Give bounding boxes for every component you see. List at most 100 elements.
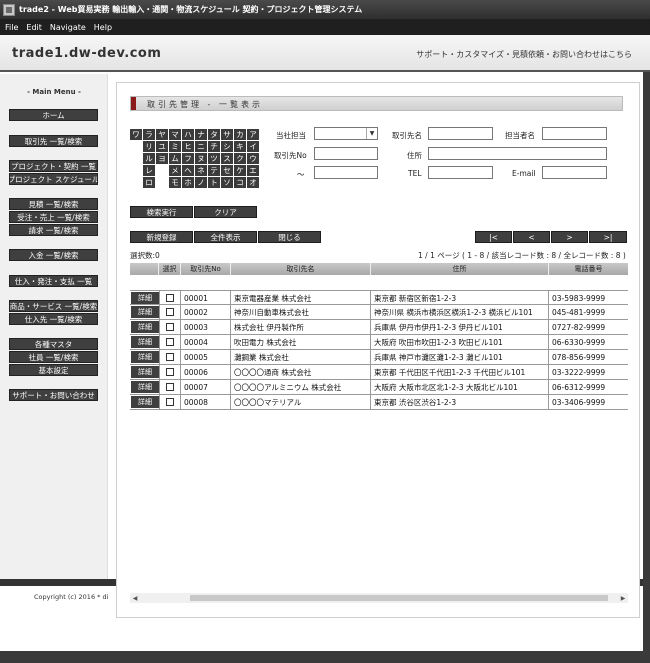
kana-button[interactable]: サ (221, 129, 233, 140)
sidebar-item-clients[interactable]: 取引先 一覧/検索 (9, 135, 98, 147)
scroll-right-icon[interactable]: ▶ (618, 593, 628, 603)
kana-button[interactable]: カ (234, 129, 246, 140)
kana-button[interactable]: エ (247, 165, 259, 176)
kana-button[interactable]: ヘ (182, 165, 194, 176)
kana-button[interactable]: テ (208, 165, 220, 176)
kana-button[interactable]: ミ (169, 141, 181, 152)
close-button[interactable]: 閉じる (258, 231, 321, 243)
kana-button[interactable]: ニ (195, 141, 207, 152)
menu-file[interactable]: File (5, 23, 18, 32)
sidebar-item-support[interactable]: サポート・お問い合わせ (9, 389, 98, 401)
kana-button[interactable]: ネ (195, 165, 207, 176)
kana-button[interactable]: ノ (195, 177, 207, 188)
kana-button[interactable]: ツ (208, 153, 220, 164)
address-cell: 大阪府 吹田市吹田1-2-3 吹田ビル101 (371, 335, 549, 349)
detail-button[interactable]: 詳細 (131, 381, 159, 393)
show-all-button[interactable]: 全件表示 (194, 231, 257, 243)
detail-button[interactable]: 詳細 (131, 306, 159, 318)
sidebar-item-schedule[interactable]: プロジェクト スケジュール (9, 173, 98, 185)
kana-button[interactable]: ス (221, 153, 233, 164)
detail-button[interactable]: 詳細 (131, 366, 159, 378)
email-input[interactable] (542, 166, 607, 179)
sidebar-item-purchases[interactable]: 仕入・発注・支払 一覧 (9, 275, 98, 287)
kana-button[interactable]: マ (169, 129, 181, 140)
kana-button[interactable]: オ (247, 177, 259, 188)
kana-button[interactable]: ム (169, 153, 181, 164)
kana-button[interactable]: ワ (130, 129, 142, 140)
kana-button[interactable]: イ (247, 141, 259, 152)
kana-button[interactable]: ウ (247, 153, 259, 164)
kana-button[interactable]: タ (208, 129, 220, 140)
kana-button[interactable]: リ (143, 141, 155, 152)
kana-button[interactable]: ロ (143, 177, 155, 188)
kana-button[interactable]: ラ (143, 129, 155, 140)
kana-button[interactable]: ユ (156, 141, 168, 152)
client-no-to-input[interactable] (314, 166, 378, 179)
sidebar-item-settings[interactable]: 基本設定 (9, 364, 98, 376)
detail-button[interactable]: 詳細 (131, 351, 159, 363)
scroll-thumb[interactable] (190, 595, 608, 601)
sidebar-item-home[interactable]: ホーム (9, 109, 98, 121)
client-name-input[interactable] (428, 127, 493, 140)
support-link[interactable]: サポート・カスタマイズ・見積依頼・お問い合わせはこちら (416, 49, 632, 60)
first-page-button[interactable]: |< (475, 231, 512, 243)
kana-button[interactable]: ア (247, 129, 259, 140)
client-no-cell: 00001 (181, 291, 231, 305)
tantou-select[interactable]: ▼ (314, 127, 378, 140)
address-input[interactable] (428, 147, 607, 160)
kana-button[interactable]: ト (208, 177, 220, 188)
menu-help[interactable]: Help (94, 23, 112, 32)
kana-button[interactable]: ヨ (156, 153, 168, 164)
next-page-button[interactable]: > (551, 231, 588, 243)
scroll-left-icon[interactable]: ◀ (130, 593, 140, 603)
client-no-from-input[interactable] (314, 147, 378, 160)
kana-button[interactable]: モ (169, 177, 181, 188)
kana-button[interactable]: フ (182, 153, 194, 164)
kana-button[interactable]: ソ (221, 177, 233, 188)
detail-button[interactable]: 詳細 (131, 336, 159, 348)
sidebar-item-masters[interactable]: 各種マスタ (9, 338, 98, 350)
detail-button[interactable]: 詳細 (131, 321, 159, 333)
kana-button[interactable]: ヌ (195, 153, 207, 164)
kana-button[interactable]: レ (143, 165, 155, 176)
sidebar-item-orders[interactable]: 受注・売上 一覧/検索 (9, 211, 98, 223)
prev-page-button[interactable]: < (513, 231, 550, 243)
kana-button[interactable]: ホ (182, 177, 194, 188)
kana-button[interactable]: ナ (195, 129, 207, 140)
site-header: trade1.dw-dev.com サポート・カスタマイズ・見積依頼・お問い合わ… (0, 35, 650, 72)
horizontal-scrollbar[interactable]: ◀ ▶ (130, 593, 628, 603)
kana-button[interactable]: ヤ (156, 129, 168, 140)
kana-button[interactable]: ル (143, 153, 155, 164)
kana-button[interactable]: チ (208, 141, 220, 152)
kana-button[interactable]: キ (234, 141, 246, 152)
sidebar-item-employees[interactable]: 社員 一覧/検索 (9, 351, 98, 363)
clear-button[interactable]: クリア (194, 206, 257, 218)
sidebar-item-invoices[interactable]: 請求 一覧/検索 (9, 224, 98, 236)
detail-button[interactable]: 詳細 (131, 396, 159, 408)
kana-button[interactable]: ケ (234, 165, 246, 176)
menu-navigate[interactable]: Navigate (50, 23, 86, 32)
col-detail (130, 263, 159, 275)
kana-button[interactable]: セ (221, 165, 233, 176)
tel-cell: 03-3406-9999 (552, 397, 606, 407)
kana-button[interactable]: ハ (182, 129, 194, 140)
menu-edit[interactable]: Edit (26, 23, 42, 32)
last-page-button[interactable]: >| (589, 231, 627, 243)
sidebar-item-quotes[interactable]: 見積 一覧/検索 (9, 198, 98, 210)
sidebar-item-suppliers[interactable]: 仕入先 一覧/検索 (9, 313, 98, 325)
detail-button[interactable]: 詳細 (131, 292, 159, 304)
kana-button[interactable]: ヒ (182, 141, 194, 152)
site-name[interactable]: trade1.dw-dev.com (12, 46, 161, 61)
sidebar-item-products[interactable]: 商品・サービス 一覧/検索 (9, 300, 98, 312)
search-button[interactable]: 検索実行 (130, 206, 193, 218)
contact-name-input[interactable] (542, 127, 607, 140)
client-name-cell: 神奈川自動車株式会社 (231, 305, 371, 319)
tel-input[interactable] (428, 166, 493, 179)
kana-button[interactable]: シ (221, 141, 233, 152)
sidebar-item-projects[interactable]: プロジェクト・契約 一覧 (9, 160, 98, 172)
new-button[interactable]: 新規登録 (130, 231, 193, 243)
kana-button[interactable]: メ (169, 165, 181, 176)
sidebar-item-payments[interactable]: 入金 一覧/検索 (9, 249, 98, 261)
kana-button[interactable]: コ (234, 177, 246, 188)
kana-button[interactable]: ク (234, 153, 246, 164)
